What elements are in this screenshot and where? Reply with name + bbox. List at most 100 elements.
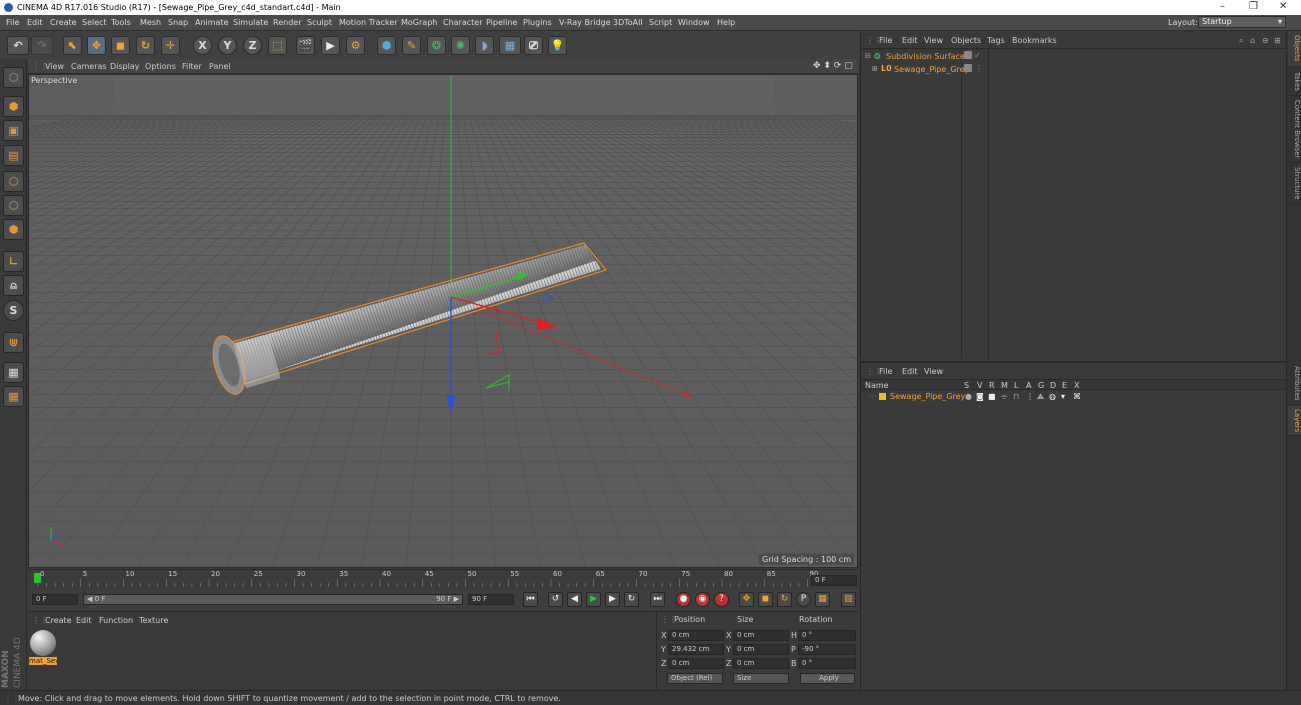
subdivision-icon[interactable]: ❂ (427, 36, 446, 55)
menu-simulate[interactable]: Simulate (233, 18, 268, 27)
minimize-button[interactable]: – (1220, 1, 1225, 12)
visibility-editor-icon[interactable] (964, 51, 972, 59)
size-z-field[interactable]: 0 cm (733, 658, 789, 669)
pos-z-field[interactable]: 0 cm (668, 658, 724, 669)
objects-menu-tags[interactable]: Tags (987, 36, 1005, 45)
render-dots-icon[interactable]: ⋮ (975, 64, 983, 73)
layout-dropdown[interactable]: Startup ▾ (1198, 16, 1286, 28)
keyframe-selection-icon[interactable]: ? (714, 592, 729, 607)
render-settings-icon[interactable]: ⚙ (346, 36, 365, 55)
cube-icon[interactable]: ⬢ (377, 36, 396, 55)
y-axis-icon[interactable]: Y (218, 36, 237, 55)
material-menu-create[interactable]: Create (45, 616, 72, 625)
viewport-menu-options[interactable]: Options (145, 62, 176, 71)
material-swatch[interactable]: mat_Sev (29, 630, 57, 665)
undo-icon[interactable]: ↶ (7, 36, 29, 55)
deformer-icon[interactable]: ◗ (475, 36, 494, 55)
menu-help[interactable]: Help (717, 18, 735, 27)
menu-snap[interactable]: Snap (168, 18, 188, 27)
polygons-mode-icon[interactable]: ⬢ (3, 219, 24, 240)
layer-generator-icon[interactable]: ⟁ (1037, 392, 1044, 402)
rot-b-field[interactable]: 0 ° (798, 658, 856, 669)
expand-icon[interactable]: ⊞ (872, 65, 878, 73)
tab-objects[interactable]: Objects (1288, 31, 1301, 67)
start-frame-field[interactable]: 0 F (32, 594, 78, 605)
edges-mode-icon[interactable]: ⬡ (3, 195, 24, 216)
menu-animate[interactable]: Animate (195, 18, 229, 27)
goto-start-icon[interactable]: ⏮ (523, 592, 538, 607)
x-axis-icon[interactable]: X (193, 36, 212, 55)
texture-mode-icon[interactable]: ▣ (3, 120, 24, 141)
tweak-icon[interactable]: ⍝ (3, 275, 24, 296)
play-icon[interactable]: ▶ (586, 592, 601, 607)
rot-p-field[interactable]: -90 ° (798, 644, 856, 655)
apply-button[interactable]: Apply (800, 673, 855, 684)
tab-layers[interactable]: Layers (1288, 406, 1301, 436)
search-icon[interactable]: ⌕ (1239, 36, 1243, 46)
prev-key-icon[interactable]: ↺ (548, 592, 563, 607)
layer-color-swatch[interactable] (879, 393, 886, 400)
menu-file[interactable]: File (6, 18, 19, 27)
menu-sculpt[interactable]: Sculpt (307, 18, 332, 27)
viewport-menu-panel[interactable]: Panel (209, 62, 231, 71)
new-panel-icon[interactable]: ⊞ (1274, 36, 1281, 45)
objects-menu-view[interactable]: View (924, 36, 943, 45)
perspective-viewport[interactable]: Perspective Grid Spacing : 100 cm (28, 74, 858, 568)
pos-y-field[interactable]: 29.432 cm (668, 644, 724, 655)
menu-script[interactable]: Script (649, 18, 672, 27)
objects-menu-objects[interactable]: Objects (951, 36, 981, 45)
size-mode-dropdown[interactable]: Size (733, 673, 789, 684)
objects-menu-edit[interactable]: Edit (902, 36, 918, 45)
timeline-ruler[interactable]: 0 5 10 15 20 25 30 35 40 45 50 55 60 65 70 75 80 85 90 0 F (28, 569, 858, 590)
restore-button[interactable]: ❐ (1249, 1, 1258, 12)
menu-edit[interactable]: Edit (27, 18, 43, 27)
layer-animation-icon[interactable]: ⋮ (1026, 392, 1034, 401)
layers-menu-view[interactable]: View (924, 367, 943, 376)
menu-pipeline[interactable]: Pipeline (486, 18, 517, 27)
menu-plugins[interactable]: Plugins (523, 18, 552, 27)
object-row-subdivision[interactable]: ⊟ ❂ Subdivision Surface ✓ (865, 51, 1285, 63)
material-menu-edit[interactable]: Edit (76, 616, 92, 625)
objects-menu-file[interactable]: File (879, 36, 892, 45)
current-frame-field[interactable]: 0 F (811, 575, 857, 586)
object-row-pipe[interactable]: ⊞ L0 Sewage_Pipe_Grey ⋮ (865, 64, 1285, 76)
objects-menu-bookmarks[interactable]: Bookmarks (1012, 36, 1057, 45)
tab-structure[interactable]: Structure (1288, 164, 1301, 204)
tab-takes[interactable]: Takes (1288, 68, 1301, 96)
layers-menu-edit[interactable]: Edit (902, 367, 918, 376)
layer-solo-icon[interactable]: ● (965, 392, 972, 401)
menu-motion-tracker[interactable]: Motion Tracker (339, 18, 398, 27)
pen-icon[interactable]: ✎ (402, 36, 421, 55)
layer-xref-icon[interactable]: ⌘ (1073, 392, 1081, 401)
menu-character[interactable]: Character (443, 18, 483, 27)
z-axis-icon[interactable]: Z (243, 36, 262, 55)
prev-frame-icon[interactable]: ◀ (567, 592, 582, 607)
timeline-window-icon[interactable]: ▥ (841, 592, 856, 607)
menu-tools[interactable]: Tools (111, 18, 131, 27)
points-mode-icon[interactable]: ⬡ (3, 171, 24, 192)
layer-lock-icon[interactable]: ⊓ (1013, 392, 1019, 401)
tab-content-browser[interactable]: Content Browser (1288, 97, 1301, 163)
close-button[interactable]: ✕ (1279, 1, 1287, 12)
key-position-icon[interactable]: ✥ (739, 592, 754, 607)
layer-deformer-icon[interactable]: ◍ (1049, 392, 1056, 401)
menu-window[interactable]: Window (678, 18, 710, 27)
key-pla-icon[interactable]: ▦ (815, 592, 830, 607)
material-menu-texture[interactable]: Texture (139, 616, 168, 625)
rot-h-field[interactable]: 0 ° (798, 630, 856, 641)
viewport-menu-display[interactable]: Display (110, 62, 140, 71)
coord-mode-dropdown[interactable]: Object (Rel) (667, 673, 723, 684)
menu-vray-bridge[interactable]: V-Ray Bridge (559, 18, 611, 27)
next-key-icon[interactable]: ↻ (624, 592, 639, 607)
menu-render[interactable]: Render (273, 18, 301, 27)
move-icon[interactable]: ✥ (87, 36, 106, 55)
layer-render-icon[interactable]: ■ (988, 392, 996, 401)
menu-mograph[interactable]: MoGraph (401, 18, 437, 27)
menu-create[interactable]: Create (50, 18, 77, 27)
home-icon[interactable]: ⌂ (1250, 36, 1255, 45)
viewport-menu-filter[interactable]: Filter (182, 62, 202, 71)
model-mode-icon[interactable]: ⬢ (3, 96, 24, 117)
autokey-icon[interactable]: ◉ (695, 592, 710, 607)
viewport-menu-view[interactable]: View (45, 62, 64, 71)
pos-x-field[interactable]: 0 cm (668, 630, 724, 641)
